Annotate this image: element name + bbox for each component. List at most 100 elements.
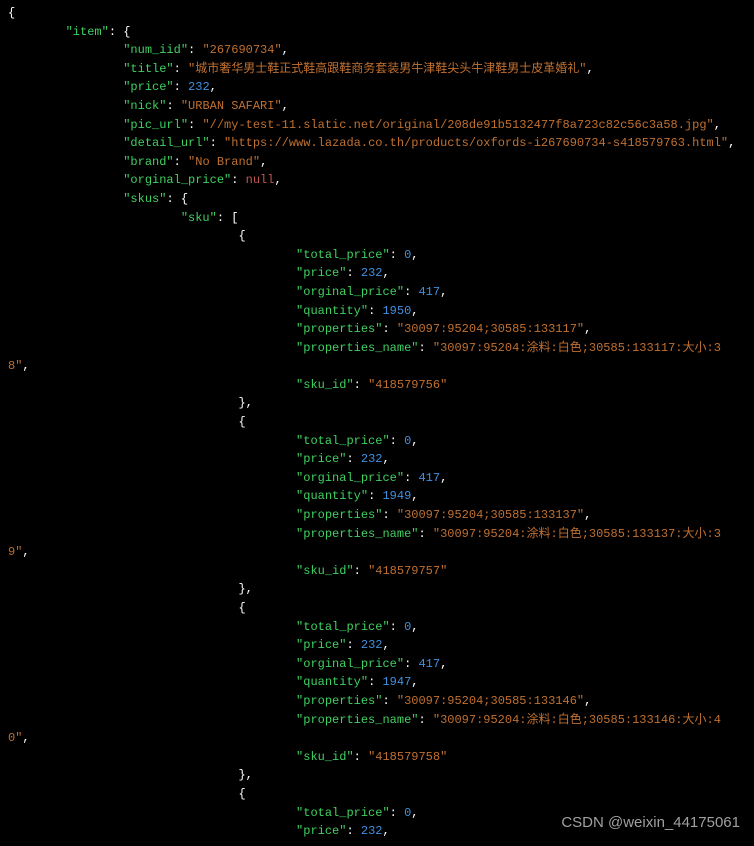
json-token-num: 417	[418, 471, 440, 485]
json-token-colon: :	[231, 173, 245, 187]
json-token-colon: :	[109, 25, 123, 39]
json-token-num: 417	[418, 657, 440, 671]
json-token-comma: ,	[282, 99, 289, 113]
json-token-comma: ,	[260, 155, 267, 169]
json-token-colon: :	[382, 322, 396, 336]
json-token-key: "sku_id"	[296, 564, 354, 578]
json-token-colon: :	[174, 155, 188, 169]
json-token-key: "pic_url"	[123, 118, 188, 132]
json-token-key: "sku_id"	[296, 378, 354, 392]
json-token-brace: {	[238, 601, 245, 615]
json-token-key: "orginal_price"	[123, 173, 231, 187]
json-token-colon: :	[368, 489, 382, 503]
json-line: {	[8, 413, 746, 432]
json-line: 0",	[8, 729, 746, 748]
json-token-colon: :	[404, 285, 418, 299]
json-line: "properties_name": "30097:95204:涂料:白色;30…	[8, 525, 746, 544]
json-token-comma: ,	[584, 322, 591, 336]
json-token-str: 0"	[8, 731, 22, 745]
json-token-colon: :	[382, 508, 396, 522]
json-token-str: "30097:95204:涂料:白色;30585:133146:大小:4	[433, 713, 721, 727]
json-token-key: "quantity"	[296, 489, 368, 503]
json-token-null: null	[246, 173, 275, 187]
json-token-comma: ,	[440, 285, 447, 299]
json-token-key: "properties"	[296, 322, 382, 336]
watermark: CSDN @weixin_44175061	[561, 811, 740, 834]
json-token-comma: ,	[382, 266, 389, 280]
json-token-colon: :	[404, 657, 418, 671]
json-line: "sku_id": "418579757"	[8, 562, 746, 581]
json-token-colon: :	[188, 43, 202, 57]
json-token-num: 417	[418, 285, 440, 299]
json-token-num: 1949	[382, 489, 411, 503]
json-line: "pic_url": "//my-test-11.slatic.net/orig…	[8, 116, 746, 135]
json-token-key: "properties_name"	[296, 713, 418, 727]
json-token-colon: :	[174, 62, 188, 76]
json-token-key: "orginal_price"	[296, 657, 404, 671]
json-line: "orginal_price": 417,	[8, 655, 746, 674]
json-line: "skus": {	[8, 190, 746, 209]
json-token-colon: :	[418, 341, 432, 355]
json-token-colon: :	[382, 694, 396, 708]
json-token-key: "properties_name"	[296, 341, 418, 355]
json-token-key: "item"	[66, 25, 109, 39]
json-token-num: 1947	[382, 675, 411, 689]
json-token-colon: :	[404, 471, 418, 485]
json-token-colon: :	[390, 434, 404, 448]
json-token-key: "price"	[296, 452, 346, 466]
json-token-comma: ,	[411, 304, 418, 318]
json-token-num: 232	[361, 824, 383, 838]
json-token-key: "price"	[296, 266, 346, 280]
json-token-colon: :	[166, 99, 180, 113]
json-line: "properties": "30097:95204;30585:133137"…	[8, 506, 746, 525]
json-token-key: "brand"	[123, 155, 173, 169]
json-line: "price": 232,	[8, 450, 746, 469]
json-line: "nick": "URBAN SAFARI",	[8, 97, 746, 116]
json-token-colon: :	[188, 118, 202, 132]
json-token-comma: ,	[246, 582, 253, 596]
json-token-brace: {	[8, 6, 15, 20]
json-token-colon: :	[174, 80, 188, 94]
json-token-key: "sku_id"	[296, 750, 354, 764]
json-token-str: 9"	[8, 545, 22, 559]
json-token-brace: {	[181, 192, 188, 206]
json-line: },	[8, 766, 746, 785]
json-line: 9",	[8, 543, 746, 562]
json-token-num: 232	[361, 266, 383, 280]
json-line: },	[8, 394, 746, 413]
json-token-key: "orginal_price"	[296, 471, 404, 485]
json-token-key: "title"	[123, 62, 173, 76]
json-token-brace: {	[238, 787, 245, 801]
json-line: "detail_url": "https://www.lazada.co.th/…	[8, 134, 746, 153]
json-line: "sku_id": "418579756"	[8, 376, 746, 395]
json-token-str: "URBAN SAFARI"	[181, 99, 282, 113]
json-token-comma: ,	[274, 173, 281, 187]
json-token-colon: :	[368, 675, 382, 689]
json-token-key: "quantity"	[296, 675, 368, 689]
json-token-key: "skus"	[123, 192, 166, 206]
json-token-colon: :	[390, 620, 404, 634]
json-token-colon: :	[418, 713, 432, 727]
json-token-colon: :	[390, 248, 404, 262]
json-token-key: "nick"	[123, 99, 166, 113]
json-token-key: "price"	[296, 824, 346, 838]
json-token-comma: ,	[382, 452, 389, 466]
json-token-key: "sku"	[181, 211, 217, 225]
json-token-comma: ,	[440, 657, 447, 671]
json-line: {	[8, 599, 746, 618]
json-token-key: "total_price"	[296, 248, 390, 262]
json-line: "properties": "30097:95204;30585:133146"…	[8, 692, 746, 711]
json-token-num: 1950	[382, 304, 411, 318]
json-token-str: "城市奢华男士鞋正式鞋高跟鞋商务套装男牛津鞋尖头牛津鞋男士皮革婚礼"	[188, 62, 586, 76]
json-line: "orginal_price": 417,	[8, 469, 746, 488]
json-token-comma: ,	[714, 118, 721, 132]
json-token-comma: ,	[728, 136, 735, 150]
json-token-brace: }	[238, 396, 245, 410]
json-line: {	[8, 227, 746, 246]
json-token-key: "detail_url"	[123, 136, 209, 150]
json-token-key: "price"	[296, 638, 346, 652]
json-token-comma: ,	[210, 80, 217, 94]
json-token-key: "total_price"	[296, 434, 390, 448]
json-token-str: "https://www.lazada.co.th/products/oxfor…	[224, 136, 728, 150]
json-line: "price": 232,	[8, 264, 746, 283]
